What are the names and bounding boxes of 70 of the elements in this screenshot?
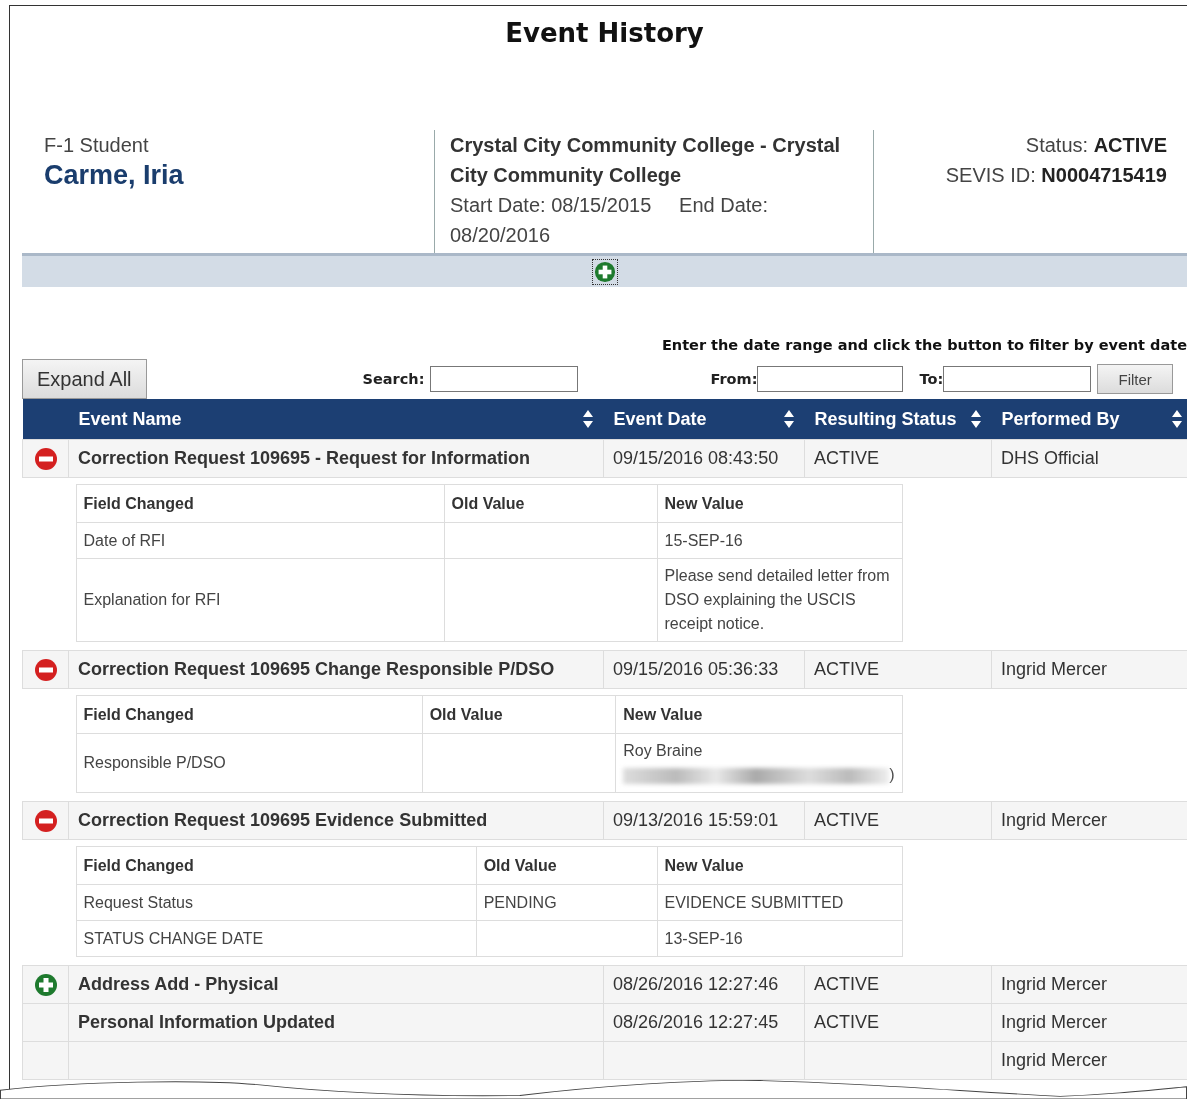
search-label: Search:	[362, 371, 425, 387]
plus-circle-icon[interactable]	[33, 972, 58, 997]
new-value-text: EVIDENCE SUBMITTED	[664, 892, 845, 913]
new-value-text: Roy Braine	[623, 741, 704, 761]
event-status: ACTIVE	[814, 974, 879, 994]
student-name: Carme, Iria	[44, 160, 185, 191]
filter-hint: Enter the date range and click the button to filter by event date	[660, 337, 1187, 353]
change-column-header: Old Value	[444, 484, 657, 523]
to-label: To:	[919, 371, 944, 387]
field-changed-cell: Request Status	[76, 884, 477, 921]
event-date: 08/26/2016 12:27:45	[613, 1012, 779, 1032]
filter-button[interactable]: Filter	[1097, 364, 1174, 394]
new-value-text: 15-SEP-16	[664, 530, 744, 551]
event-status: ACTIVE	[814, 810, 879, 830]
event-date: 09/13/2016 15:59:01	[613, 810, 779, 830]
event-performer: DHS Official	[1001, 448, 1099, 468]
sort-icon[interactable]	[581, 409, 594, 429]
change-column-header: Field Changed	[76, 846, 477, 885]
expand-all-button[interactable]: Expand All	[22, 359, 147, 399]
from-label: From:	[710, 371, 758, 387]
event-date: 09/15/2016 08:43:50	[613, 448, 779, 468]
change-column-header: New Value	[657, 846, 902, 885]
new-value-text: Please send detailed letter from DSO explaining the USCIS receipt notice.	[664, 566, 891, 634]
to-date-field[interactable]	[943, 366, 1092, 392]
search-field[interactable]	[430, 366, 579, 392]
sort-icon[interactable]	[969, 409, 982, 429]
event-performer: Ingrid Mercer	[1001, 974, 1108, 994]
minus-circle-icon[interactable]	[33, 808, 58, 833]
event-performer: Ingrid Mercer	[1001, 1012, 1108, 1032]
redacted-tail: )	[889, 766, 895, 783]
old-value-cell: PENDING	[476, 884, 657, 921]
field-changed-cell: Responsible P/DSO	[76, 733, 423, 793]
school-name: Crystal City Community College - Crystal City Community College	[450, 133, 842, 188]
change-column-header: Field Changed	[76, 484, 445, 523]
event-status: ACTIVE	[814, 659, 879, 679]
change-column-header: New Value	[615, 695, 902, 734]
event-name: Correction Request 109695 Change Responsible P/DSO	[78, 659, 555, 679]
event-name: Personal Information Updated	[78, 1012, 336, 1032]
page-title: Event History	[504, 17, 705, 50]
sort-icon[interactable]	[1170, 409, 1183, 429]
change-column-header: Old Value	[422, 695, 616, 734]
event-status: ACTIVE	[814, 448, 879, 468]
change-column-header: New Value	[657, 484, 902, 523]
student-status: Status: ACTIVE	[1024, 133, 1167, 158]
column-header[interactable]: Event Name	[68, 399, 604, 440]
event-performer: Ingrid Mercer	[1001, 810, 1108, 830]
program-dates: Start Date: 08/15/2015 End Date: 08/20/2016	[450, 193, 770, 248]
sevis-id: SEVIS ID: N0004715419	[944, 163, 1167, 188]
column-header[interactable]: Event Date	[603, 399, 805, 440]
event-status: ACTIVE	[814, 1012, 879, 1032]
new-value-text: 13-SEP-16	[664, 928, 744, 949]
event-performer: Ingrid Mercer	[1001, 659, 1108, 679]
column-header[interactable]: Resulting Status	[804, 399, 992, 440]
field-changed-cell: Date of RFI	[76, 522, 445, 559]
field-changed-cell: STATUS CHANGE DATE	[76, 920, 477, 957]
event-name: Correction Request 109695 - Request for Information	[78, 448, 531, 468]
event-name: Correction Request 109695 Evidence Submitted	[78, 810, 488, 830]
event-date: 08/26/2016 12:27:46	[613, 974, 779, 994]
sort-icon[interactable]	[782, 409, 795, 429]
minus-circle-icon[interactable]	[33, 657, 58, 682]
minus-circle-icon[interactable]	[33, 446, 58, 471]
change-column-header: Field Changed	[76, 695, 423, 734]
column-header[interactable]: Performed By	[991, 399, 1187, 440]
from-date-field[interactable]	[757, 366, 904, 392]
event-name: Address Add - Physical	[78, 974, 279, 994]
change-column-header: Old Value	[476, 846, 657, 885]
event-performer: Ingrid Mercer	[1001, 1050, 1108, 1070]
student-type: F-1 Student	[44, 133, 150, 158]
event-date: 09/15/2016 05:36:33	[613, 659, 779, 679]
field-changed-cell: Explanation for RFI	[76, 558, 445, 642]
